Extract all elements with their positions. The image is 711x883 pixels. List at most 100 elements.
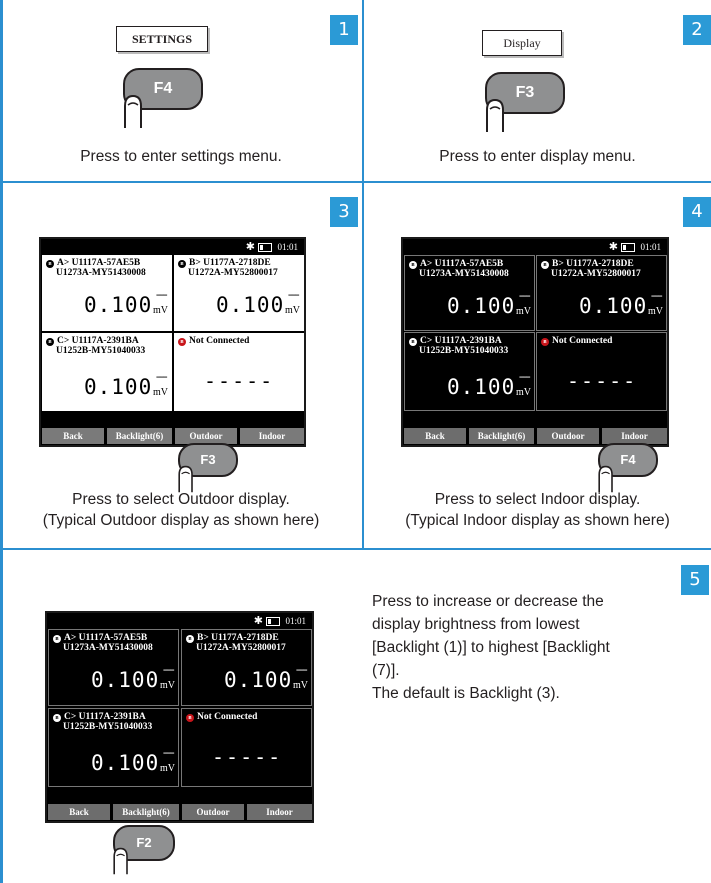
battery-icon [266, 617, 280, 626]
clock-time: 01:01 [285, 616, 306, 626]
channel-panel-b: ʙ B> U1177A-2718DE U1272A-MY52800017 0.10… [181, 629, 312, 706]
dc-icon: === [156, 373, 168, 382]
backlight-icon: ✱ [608, 241, 618, 253]
backlight-icon: ✱ [253, 615, 263, 627]
softkey-backlight[interactable]: Backlight(6) [469, 428, 534, 444]
step-badge-2: 2 [683, 15, 711, 45]
dc-icon: === [519, 292, 531, 301]
step1-caption: Press to enter settings menu. [80, 148, 282, 165]
softkey-back[interactable]: Back [404, 428, 466, 444]
step-badge-1: 1 [330, 15, 358, 45]
step4-caption-line1: Press to select Indoor display. [434, 491, 641, 508]
channel-panel-d: ʙ Not Connected ----- [181, 708, 312, 787]
step2-cell: 2 Display F3 Press to enter display menu… [364, 0, 711, 181]
status-bar: ✱ 01:01 [41, 239, 304, 255]
panel-c-value: 0.100 [91, 751, 160, 775]
panel-c-unit: mV [516, 387, 531, 398]
finger-icon [113, 847, 128, 875]
softkey-outdoor[interactable]: Outdoor [182, 804, 244, 820]
channel-panel-d: ʙ Not Connected ----- [174, 333, 304, 411]
dc-icon: === [519, 373, 531, 382]
panel-b-unit: mV [293, 680, 308, 691]
panel-a-value: 0.100 [447, 294, 516, 318]
clock-time: 01:01 [640, 242, 661, 252]
instrument-screen-outdoor: ✱ 01:01 ʙ A> U1117A-57AE5B U1273A-MY51430… [39, 237, 306, 447]
panel-c-line2: U1252B-MY51040033 [56, 346, 146, 356]
panel-b-line2: U1272A-MY52800017 [551, 269, 641, 279]
step5-cell: 5 ✱ 01:01 ʙ A> U1117A-57AE5B U1273A-MY514… [0, 550, 711, 883]
panel-a-line2: U1273A-MY51430008 [63, 643, 153, 653]
panel-a-line1: A> U1117A-57AE5B [420, 259, 504, 269]
channel-panel-a: ʙ A> U1117A-57AE5B U1273A-MY51430008 0.10… [404, 255, 535, 331]
instrument-screen-indoor: ✱ 01:01 ʙ A> U1117A-57AE5B U1273A-MY51430… [401, 237, 669, 447]
desc-line: (7)]. [372, 662, 400, 679]
f3-key[interactable]: F3 [485, 72, 595, 142]
panel-c-line2: U1252B-MY51040033 [419, 346, 509, 356]
channel-panel-c: ʙ C> U1117A-2391BA U1252B-MY51040033 0.10… [404, 332, 535, 411]
softkey-backlight[interactable]: Backlight(6) [107, 428, 172, 444]
softkey-indoor[interactable]: Indoor [240, 428, 304, 444]
softkey-back[interactable]: Back [48, 804, 110, 820]
battery-icon [621, 243, 635, 252]
panel-a-line2: U1273A-MY51430008 [56, 268, 146, 278]
panel-b-line1: B> U1177A-2718DE [552, 259, 634, 269]
f4-key[interactable]: F4 [123, 68, 233, 138]
softkey-outdoor[interactable]: Outdoor [537, 428, 599, 444]
softkey-bar: Back Backlight(6) Outdoor Indoor [47, 803, 312, 821]
status-bar: ✱ 01:01 [47, 613, 312, 629]
panel-c-value: 0.100 [447, 375, 516, 399]
finger-icon [598, 465, 613, 493]
bluetooth-icon: ʙ [541, 261, 549, 269]
softkey-backlight[interactable]: Backlight(6) [113, 804, 179, 820]
display-menu-label: Display [482, 30, 562, 56]
panel-d-status: Not Connected [197, 712, 258, 722]
channel-panel-a: ʙ A> U1117A-57AE5B U1273A-MY51430008 0.10… [42, 255, 172, 331]
bluetooth-icon: ʙ [178, 260, 186, 268]
channel-panel-c: ʙ C> U1117A-2391BA U1252B-MY51040033 0.10… [48, 708, 179, 787]
dc-icon: === [163, 666, 175, 675]
step3-cell: 3 ✱ 01:01 ʙ A> U1117A-57AE5B U1273A-MY514… [0, 183, 362, 548]
panel-b-value: 0.100 [224, 668, 293, 692]
panel-b-value: 0.100 [216, 293, 285, 317]
bluetooth-icon: ʙ [186, 635, 194, 643]
dc-icon: === [163, 749, 175, 758]
panel-d-status: Not Connected [552, 336, 613, 346]
softkey-indoor[interactable]: Indoor [602, 428, 667, 444]
channel-panel-c: ʙ C> U1117A-2391BA U1252B-MY51040033 0.10… [42, 333, 172, 411]
backlight-icon: ✱ [245, 241, 255, 253]
bluetooth-disconnected-icon: ʙ [541, 338, 549, 346]
finger-icon [124, 94, 142, 128]
panel-a-unit: mV [516, 306, 531, 317]
panel-c-line1: C> U1117A-2391BA [57, 336, 139, 346]
bluetooth-icon: ʙ [409, 338, 417, 346]
bluetooth-disconnected-icon: ʙ [186, 714, 194, 722]
dc-icon: === [288, 291, 300, 300]
step4-caption-line2: (Typical Indoor display as shown here) [405, 512, 670, 529]
panel-c-unit: mV [153, 387, 168, 398]
softkey-back[interactable]: Back [42, 428, 104, 444]
channel-panel-b: ʙ B> U1177A-2718DE U1272A-MY52800017 0.10… [536, 255, 667, 331]
bluetooth-icon: ʙ [46, 338, 54, 346]
instrument-screen-backlight: ✱ 01:01 ʙ A> U1117A-57AE5B U1273A-MY51430… [45, 611, 314, 823]
dc-icon: === [651, 292, 663, 301]
desc-line: Press to increase or decrease the [372, 593, 604, 610]
channel-panel-b: ʙ B> U1177A-2718DE U1272A-MY52800017 0.10… [174, 255, 304, 331]
status-bar: ✱ 01:01 [403, 239, 667, 255]
panel-b-line2: U1272A-MY52800017 [188, 268, 278, 278]
panel-c-line1: C> U1117A-2391BA [64, 712, 146, 722]
finger-icon [486, 98, 504, 132]
softkey-indoor[interactable]: Indoor [247, 804, 312, 820]
dc-icon: === [296, 666, 308, 675]
f2-key[interactable]: F2 [113, 825, 223, 883]
bluetooth-icon: ʙ [53, 714, 61, 722]
panel-a-value: 0.100 [91, 668, 160, 692]
panel-c-value: 0.100 [84, 375, 153, 399]
battery-icon [258, 243, 272, 252]
softkey-outdoor[interactable]: Outdoor [175, 428, 237, 444]
bluetooth-icon: ʙ [46, 260, 54, 268]
step3-caption-line2: (Typical Outdoor display as shown here) [42, 512, 320, 529]
step5-description: Press to increase or decrease the displa… [372, 590, 692, 705]
bluetooth-icon: ʙ [409, 261, 417, 269]
step2-caption: Press to enter display menu. [439, 148, 636, 165]
panel-a-line1: A> U1117A-57AE5B [64, 633, 148, 643]
